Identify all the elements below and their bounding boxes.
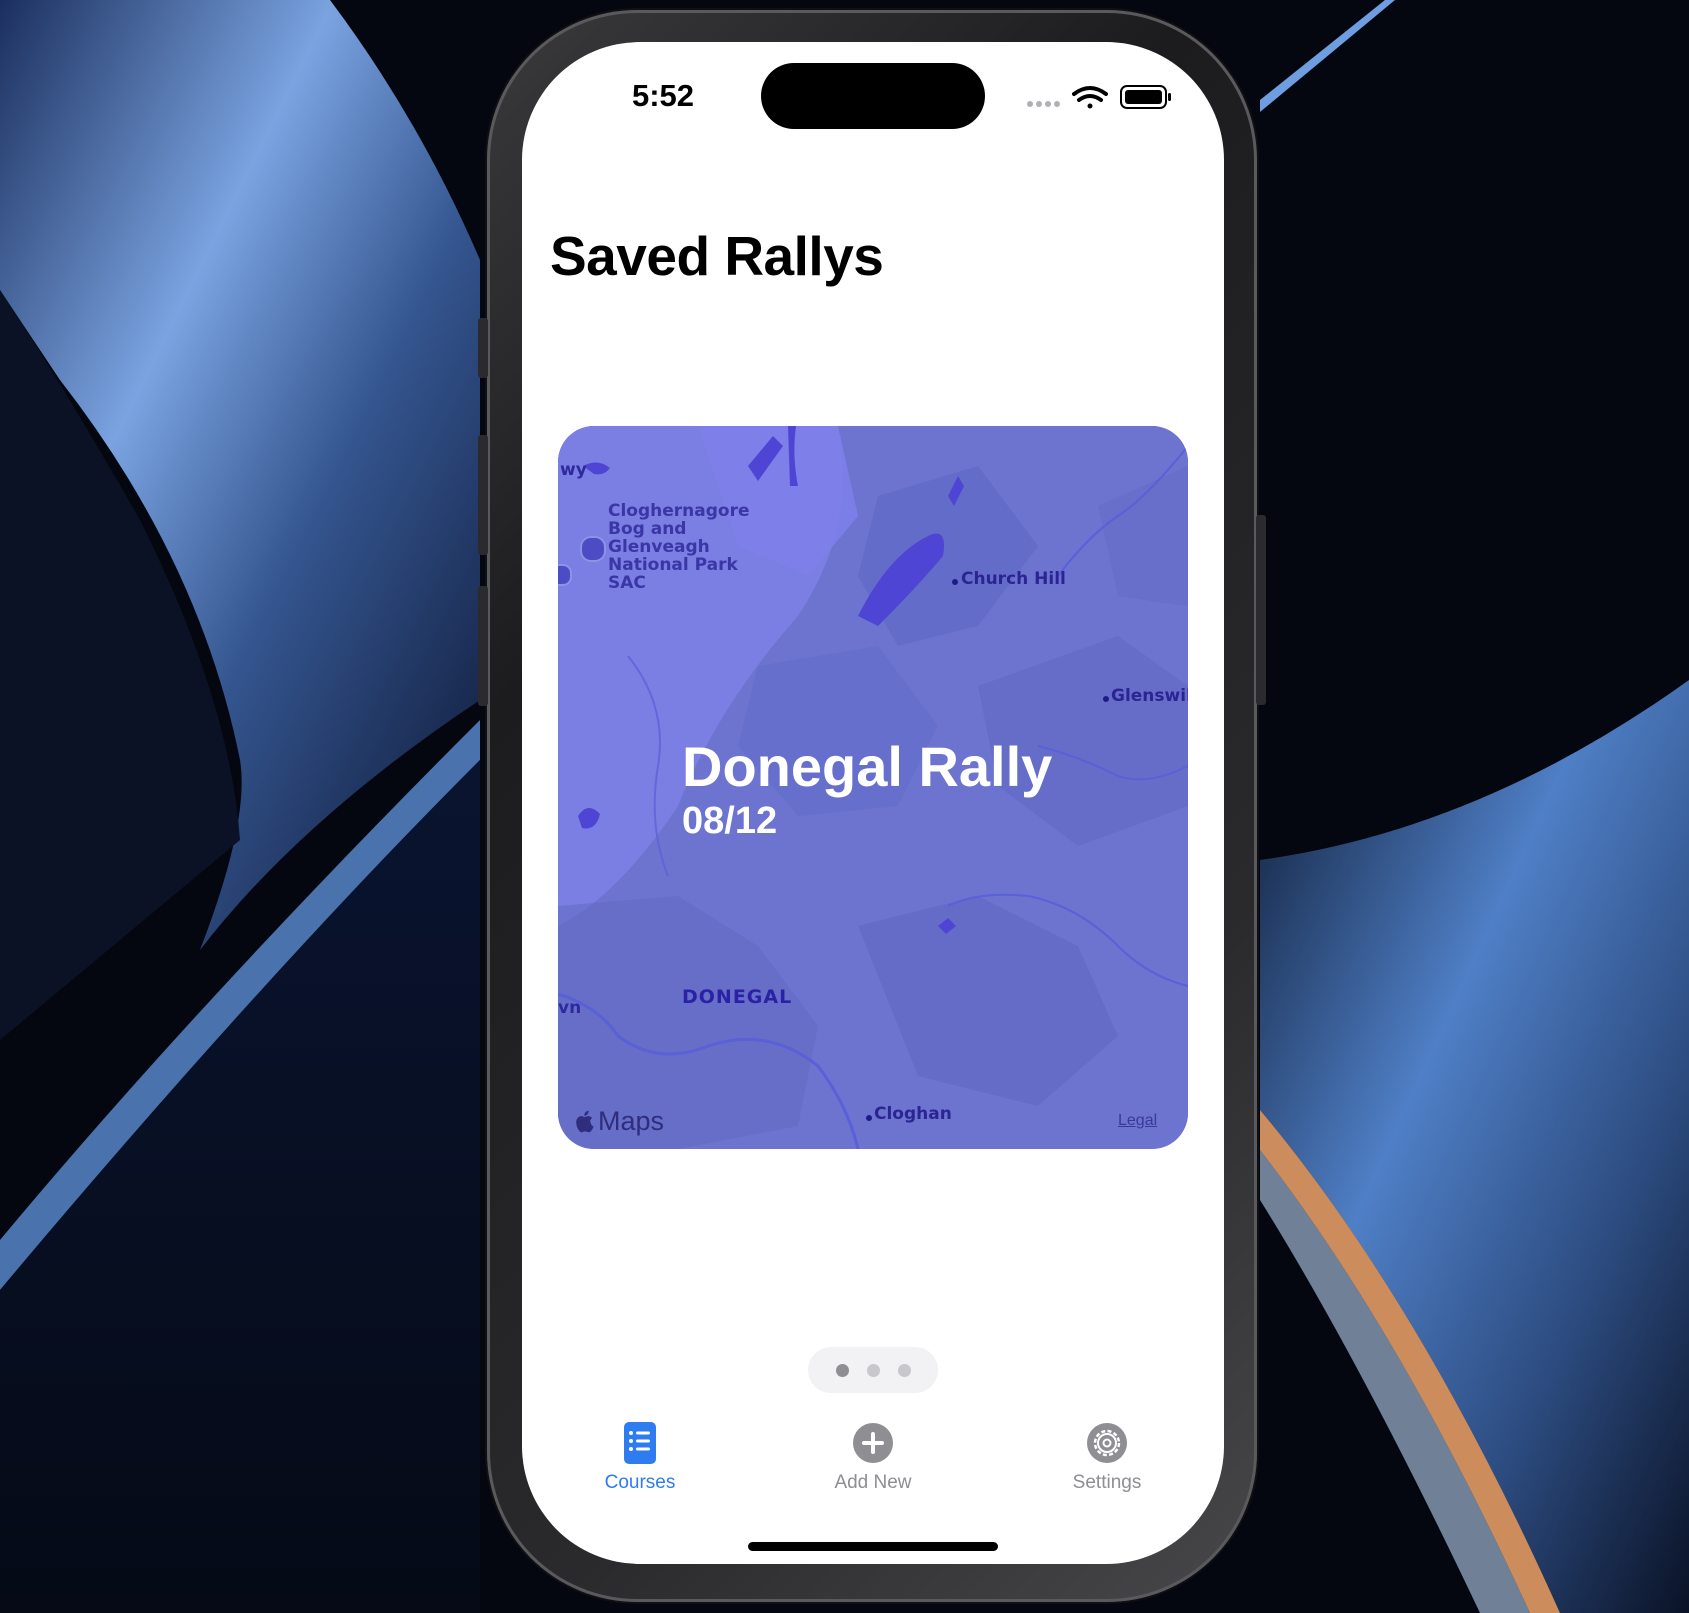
tab-settings[interactable]: Settings xyxy=(1027,1420,1187,1510)
list-document-icon xyxy=(624,1422,656,1464)
signal-dots-icon xyxy=(1027,101,1060,107)
rally-date: 08/12 xyxy=(682,800,778,842)
tab-courses[interactable]: Courses xyxy=(560,1420,720,1510)
status-time: 5:52 xyxy=(631,78,695,113)
apple-logo-icon xyxy=(576,1110,594,1133)
map-poi-label: Cloghernagore Bog and Glenveagh National… xyxy=(608,501,750,593)
page-dot[interactable] xyxy=(866,1363,880,1377)
battery-icon xyxy=(1120,85,1171,109)
park-poi-icon xyxy=(580,536,606,562)
legal-link[interactable]: Legal xyxy=(1118,1112,1157,1130)
map-place-dot xyxy=(952,579,958,585)
map-place-dot xyxy=(866,1115,872,1121)
tab-courses-label: Courses xyxy=(604,1472,676,1493)
tab-settings-label: Settings xyxy=(1072,1472,1142,1493)
page-dot[interactable] xyxy=(835,1363,849,1377)
gear-icon xyxy=(1087,1423,1127,1463)
volume-up-button xyxy=(478,435,488,555)
page-indicator[interactable] xyxy=(808,1347,938,1393)
plus-circle-icon xyxy=(853,1423,893,1463)
map-label-region: DONEGAL xyxy=(682,986,793,1008)
home-indicator xyxy=(748,1542,998,1551)
map-label-church-hill: Church Hill xyxy=(961,569,1066,589)
map-label-edge-left: vn xyxy=(558,998,582,1018)
tab-add-new-label: Add New xyxy=(834,1472,912,1493)
dynamic-island xyxy=(761,63,985,129)
power-button xyxy=(1256,515,1266,705)
status-icons xyxy=(1027,85,1171,109)
map-label-edge-top: wy xyxy=(560,460,587,480)
map-label-glenswill: Glenswill xyxy=(1111,686,1188,706)
action-button xyxy=(478,318,488,378)
map-place-dot xyxy=(1103,696,1109,702)
app-screen: 5:52 Saved Rallys wy Cloghernagore Bog a… xyxy=(522,42,1224,1564)
maps-attribution-text: Maps xyxy=(598,1105,665,1136)
maps-attribution: Maps xyxy=(576,1106,664,1136)
rally-name: Donegal Rally xyxy=(682,735,1053,798)
tab-add-new[interactable]: Add New xyxy=(793,1420,953,1510)
page-dot[interactable] xyxy=(897,1363,911,1377)
wifi-icon xyxy=(1072,86,1108,109)
page-title: Saved Rallys xyxy=(550,225,884,287)
map-label-cloghan: Cloghan xyxy=(874,1104,952,1124)
volume-down-button xyxy=(478,586,488,706)
park-poi-icon-secondary xyxy=(558,564,572,586)
rally-card[interactable]: wy Cloghernagore Bog and Glenveagh Natio… xyxy=(558,426,1188,1149)
tab-bar: Courses Add New Settings xyxy=(522,1420,1224,1520)
